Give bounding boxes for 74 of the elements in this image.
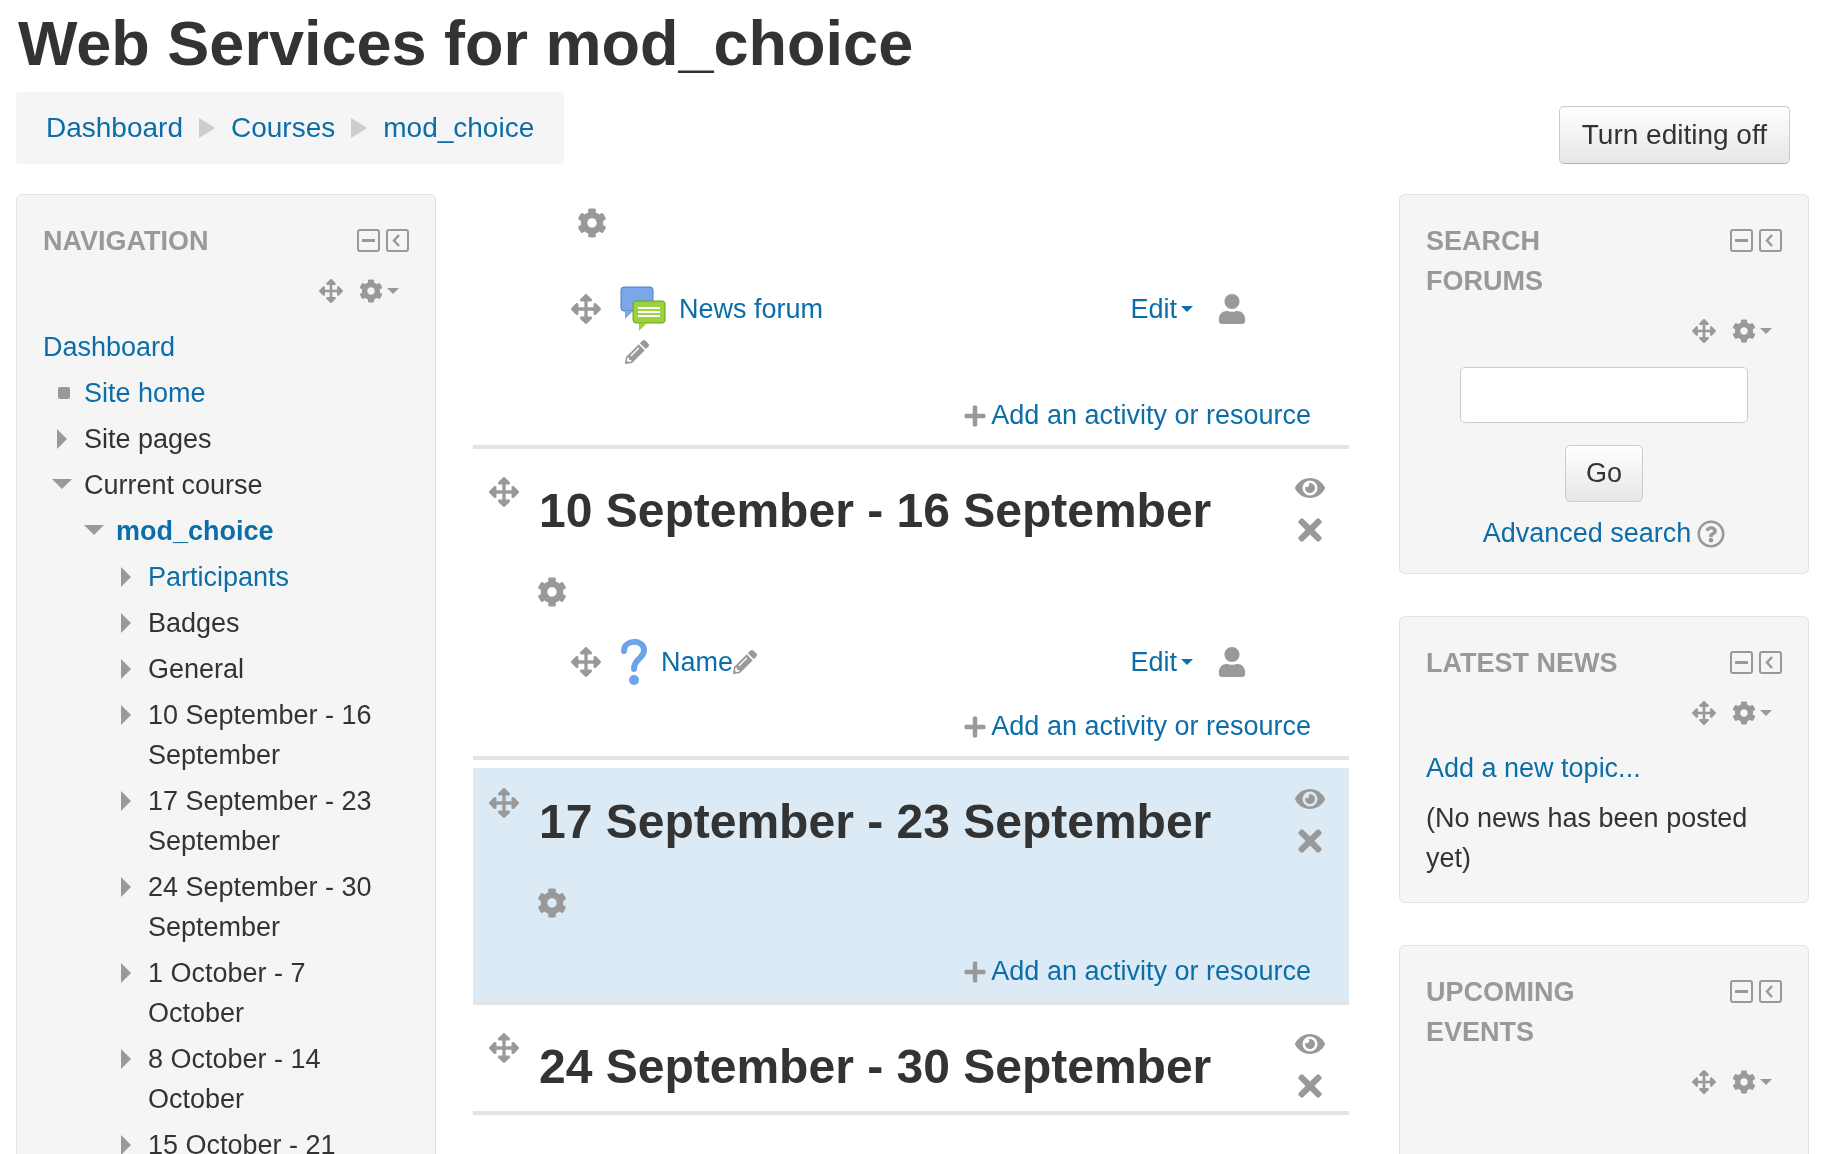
breadcrumb-link[interactable]: mod_choice xyxy=(383,112,535,144)
block-title: UPCOMING EVENTS xyxy=(1426,976,1576,1049)
gear-icon[interactable] xyxy=(1732,319,1772,343)
nav-item[interactable]: 15 October - 21 xyxy=(148,1125,336,1154)
nav-link[interactable]: Site home xyxy=(84,373,206,413)
user-icon[interactable] xyxy=(1217,647,1247,677)
add-activity-link[interactable]: Add an activity or resource xyxy=(963,400,1311,431)
section-title: 10 September - 16 September xyxy=(539,483,1213,539)
nav-item[interactable]: 17 September - 23 September xyxy=(148,781,409,861)
nav-item[interactable]: Site pages xyxy=(84,419,212,459)
gear-icon[interactable] xyxy=(537,577,567,607)
page-title: Web Services for mod_choice xyxy=(18,8,915,78)
dock-icon[interactable] xyxy=(1759,229,1782,252)
add-activity-link[interactable]: Add an activity or resource xyxy=(963,711,1311,742)
nav-item[interactable]: 8 October - 14 October xyxy=(148,1039,409,1119)
go-button[interactable]: Go xyxy=(1565,445,1643,502)
activity-link[interactable]: Name xyxy=(661,646,734,678)
dock-icon[interactable] xyxy=(386,229,409,252)
edit-menu[interactable]: Edit xyxy=(1130,646,1193,678)
move-icon[interactable] xyxy=(571,294,601,324)
block-title: LATEST NEWS xyxy=(1426,647,1618,680)
minimize-icon[interactable] xyxy=(1730,651,1753,674)
plus-icon xyxy=(963,959,988,984)
move-icon[interactable] xyxy=(489,1033,519,1063)
nav-item[interactable]: General xyxy=(148,649,245,689)
pencil-icon[interactable] xyxy=(733,650,758,674)
separator-icon xyxy=(197,116,217,140)
minimize-icon[interactable] xyxy=(357,229,380,252)
search-field[interactable] xyxy=(1460,367,1748,423)
plus-icon xyxy=(963,403,988,428)
move-icon[interactable] xyxy=(319,279,343,303)
nav-item[interactable]: 10 September - 16 September xyxy=(148,695,409,775)
move-icon[interactable] xyxy=(489,477,519,507)
question-mark-icon xyxy=(619,637,649,687)
section-title: 17 September - 23 September xyxy=(539,794,1213,850)
gear-icon[interactable] xyxy=(1732,701,1772,725)
minimize-icon[interactable] xyxy=(1730,229,1753,252)
nav-link[interactable]: mod_choice xyxy=(116,511,274,551)
nav-link[interactable]: Dashboard xyxy=(43,327,176,367)
move-icon[interactable] xyxy=(1692,701,1716,725)
nav-link[interactable]: Participants xyxy=(148,557,290,597)
move-icon[interactable] xyxy=(489,788,519,818)
section-title: 24 September - 30 September xyxy=(539,1039,1213,1095)
minimize-icon[interactable] xyxy=(1730,980,1753,1003)
turn-editing-off-button[interactable]: Turn editing off xyxy=(1558,106,1790,164)
bullet-icon xyxy=(58,387,70,399)
nav-item[interactable]: 1 October - 7 October xyxy=(148,953,409,1033)
nav-item[interactable]: Current course xyxy=(84,465,263,505)
advanced-search-link[interactable]: Advanced search xyxy=(1482,518,1692,549)
nav-item[interactable]: 24 September - 30 September xyxy=(148,867,409,947)
gear-icon[interactable] xyxy=(359,279,399,303)
activity-link[interactable]: News forum xyxy=(679,293,824,325)
move-icon[interactable] xyxy=(571,647,601,677)
plus-icon xyxy=(963,714,988,739)
news-message: (No news has been posted yet) xyxy=(1426,802,1749,875)
gear-icon[interactable] xyxy=(1732,1070,1772,1094)
chat-bubbles-icon xyxy=(619,285,667,333)
breadcrumb-link[interactable]: Dashboard xyxy=(46,112,183,144)
user-icon[interactable] xyxy=(1217,294,1247,324)
breadcrumb-link[interactable]: Courses xyxy=(231,112,336,144)
add-topic-link[interactable]: Add a new topic... xyxy=(1426,753,1641,784)
move-icon[interactable] xyxy=(1692,1070,1716,1094)
block-title: NAVIGATION xyxy=(43,225,209,258)
block-title: SEARCH FORUMS xyxy=(1426,225,1544,298)
edit-menu[interactable]: Edit xyxy=(1130,293,1193,325)
help-icon[interactable] xyxy=(1697,519,1726,548)
gear-icon[interactable] xyxy=(537,888,567,918)
nav-item[interactable]: Badges xyxy=(148,603,240,643)
dock-icon[interactable] xyxy=(1759,980,1782,1003)
pencil-icon[interactable] xyxy=(625,340,649,364)
add-activity-link[interactable]: Add an activity or resource xyxy=(963,956,1311,987)
move-icon[interactable] xyxy=(1692,319,1716,343)
gear-icon[interactable] xyxy=(577,208,607,238)
dock-icon[interactable] xyxy=(1759,651,1782,674)
